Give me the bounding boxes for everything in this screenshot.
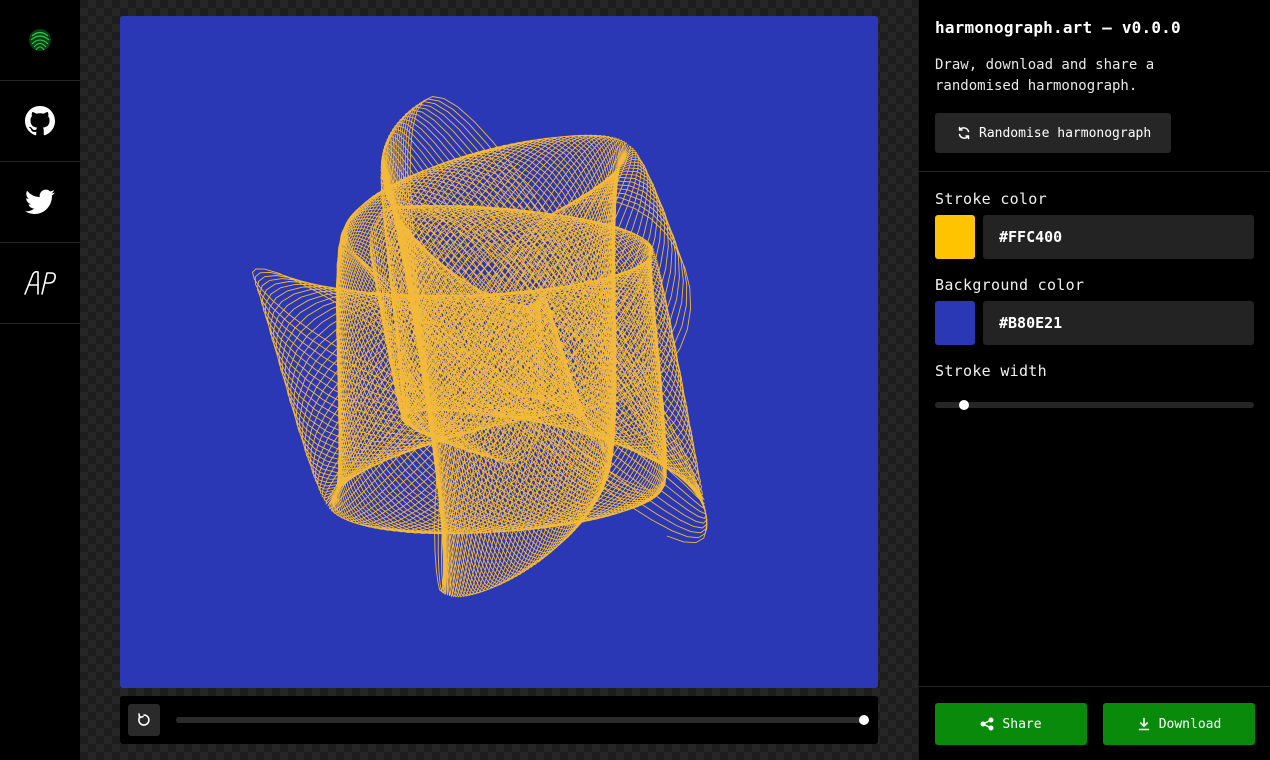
stroke-width-thumb[interactable] [958, 400, 969, 410]
panel-header: harmonograph.art – v0.0.0 Draw, download… [919, 0, 1270, 172]
nav-item-github[interactable] [0, 81, 80, 162]
randomise-button[interactable]: Randomise harmonograph [935, 113, 1172, 153]
nav-item-home[interactable] [0, 0, 80, 81]
download-icon [1138, 717, 1149, 731]
github-icon [25, 106, 55, 136]
fingerprint-logo-icon [29, 29, 51, 51]
drawing-stage [80, 0, 918, 760]
progress-fill [176, 717, 864, 723]
download-button[interactable]: Download [1103, 703, 1255, 745]
app-description: Draw, download and share a randomised ha… [935, 57, 1155, 94]
stroke-color-input[interactable] [983, 215, 1254, 259]
refresh-icon [958, 126, 970, 140]
twitter-icon [25, 189, 55, 214]
share-button[interactable]: Share [935, 703, 1087, 745]
author-monogram-icon [24, 270, 56, 295]
stroke-color-label: Stroke color [935, 190, 1047, 208]
share-icon [980, 717, 994, 731]
panel-footer: Share Download [919, 686, 1270, 760]
randomise-label: Randomise harmonograph [979, 125, 1152, 141]
nav-item-author[interactable] [0, 243, 80, 324]
background-color-row [935, 301, 1254, 345]
harmonograph-drawing [120, 16, 878, 688]
stroke-width-slider[interactable] [935, 400, 1254, 410]
app-title: harmonograph.art – v0.0.0 [935, 18, 1181, 37]
app-root: harmonograph.art – v0.0.0 Draw, download… [0, 0, 1270, 760]
progress-thumb[interactable] [859, 715, 869, 725]
stroke-color-swatch[interactable] [935, 215, 975, 259]
background-color-swatch[interactable] [935, 301, 975, 345]
download-label: Download [1158, 716, 1222, 732]
progress-slider[interactable] [176, 715, 869, 725]
settings-panel: harmonograph.art – v0.0.0 Draw, download… [918, 0, 1270, 760]
background-color-label: Background color [935, 276, 1085, 294]
side-nav [0, 0, 80, 760]
share-label: Share [1002, 716, 1042, 732]
stroke-color-row [935, 215, 1254, 259]
playback-bar [120, 696, 878, 744]
replay-icon [138, 713, 150, 726]
nav-item-twitter[interactable] [0, 162, 80, 243]
background-color-input[interactable] [983, 301, 1254, 345]
harmonograph-canvas[interactable] [120, 16, 878, 688]
stroke-width-label: Stroke width [935, 362, 1047, 380]
replay-button[interactable] [128, 704, 160, 736]
controls-section: Stroke color Background color Stroke wid… [919, 172, 1270, 410]
